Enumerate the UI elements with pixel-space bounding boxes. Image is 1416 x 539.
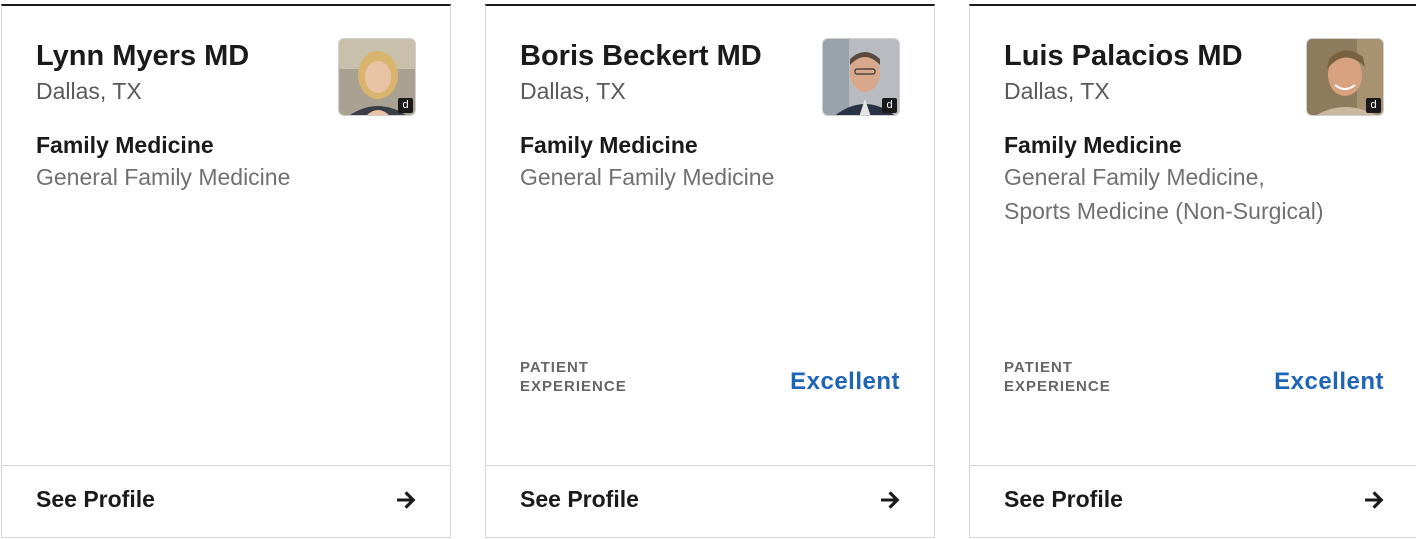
doctor-name[interactable]: Luis Palacios MD: [1004, 38, 1254, 74]
doctor-name[interactable]: Lynn Myers MD: [36, 38, 286, 74]
see-profile-link[interactable]: See Profile: [2, 465, 450, 537]
see-profile-label: See Profile: [36, 486, 155, 512]
card-body: Lynn Myers MD Dallas, TX Family Medicine…: [36, 38, 416, 468]
card-body: Luis Palacios MD Dallas, TX Family Medic…: [1004, 38, 1384, 468]
doctor-card: Lynn Myers MD Dallas, TX Family Medicine…: [1, 4, 451, 538]
arrow-right-icon: [397, 491, 416, 509]
doximity-badge-icon: d: [398, 98, 413, 113]
doctor-name[interactable]: Boris Beckert MD: [520, 38, 770, 74]
rating-value: Excellent: [790, 368, 900, 395]
rating-label: PATIENT EXPERIENCE: [1004, 359, 1111, 395]
doximity-badge-icon: d: [1366, 98, 1381, 113]
rating-value: Excellent: [1274, 368, 1384, 395]
doctor-avatar[interactable]: d: [1306, 38, 1384, 116]
doctor-avatar[interactable]: d: [338, 38, 416, 116]
doximity-badge-icon: d: [882, 98, 897, 113]
see-profile-label: See Profile: [1004, 486, 1123, 512]
doctor-subspecialty: General Family Medicine: [36, 164, 291, 190]
see-profile-link[interactable]: See Profile: [486, 465, 934, 537]
arrow-right-icon: [881, 491, 900, 509]
patient-experience-rating: PATIENT EXPERIENCE Excellent: [520, 358, 900, 402]
arrow-right-icon: [1365, 491, 1384, 509]
see-profile-link[interactable]: See Profile: [970, 465, 1416, 537]
doctor-specialty: Family Medicine: [1004, 132, 1182, 158]
patient-experience-rating: PATIENT EXPERIENCE Excellent: [1004, 358, 1384, 402]
doctor-card: Boris Beckert MD Dallas, TX Family Medic…: [485, 4, 935, 538]
doctor-specialty: Family Medicine: [36, 132, 214, 158]
doctor-avatar[interactable]: d: [822, 38, 900, 116]
doctor-card: Luis Palacios MD Dallas, TX Family Medic…: [969, 4, 1416, 538]
card-body: Boris Beckert MD Dallas, TX Family Medic…: [520, 38, 900, 468]
doctor-subspecialty: General Family Medicine: [520, 164, 775, 190]
doctor-specialty: Family Medicine: [520, 132, 698, 158]
doctor-cards-row: Lynn Myers MD Dallas, TX Family Medicine…: [0, 0, 1416, 539]
rating-label: PATIENT EXPERIENCE: [520, 359, 627, 395]
doctor-subspecialty: General Family Medicine, Sports Medicine…: [1004, 164, 1324, 224]
see-profile-label: See Profile: [520, 486, 639, 512]
